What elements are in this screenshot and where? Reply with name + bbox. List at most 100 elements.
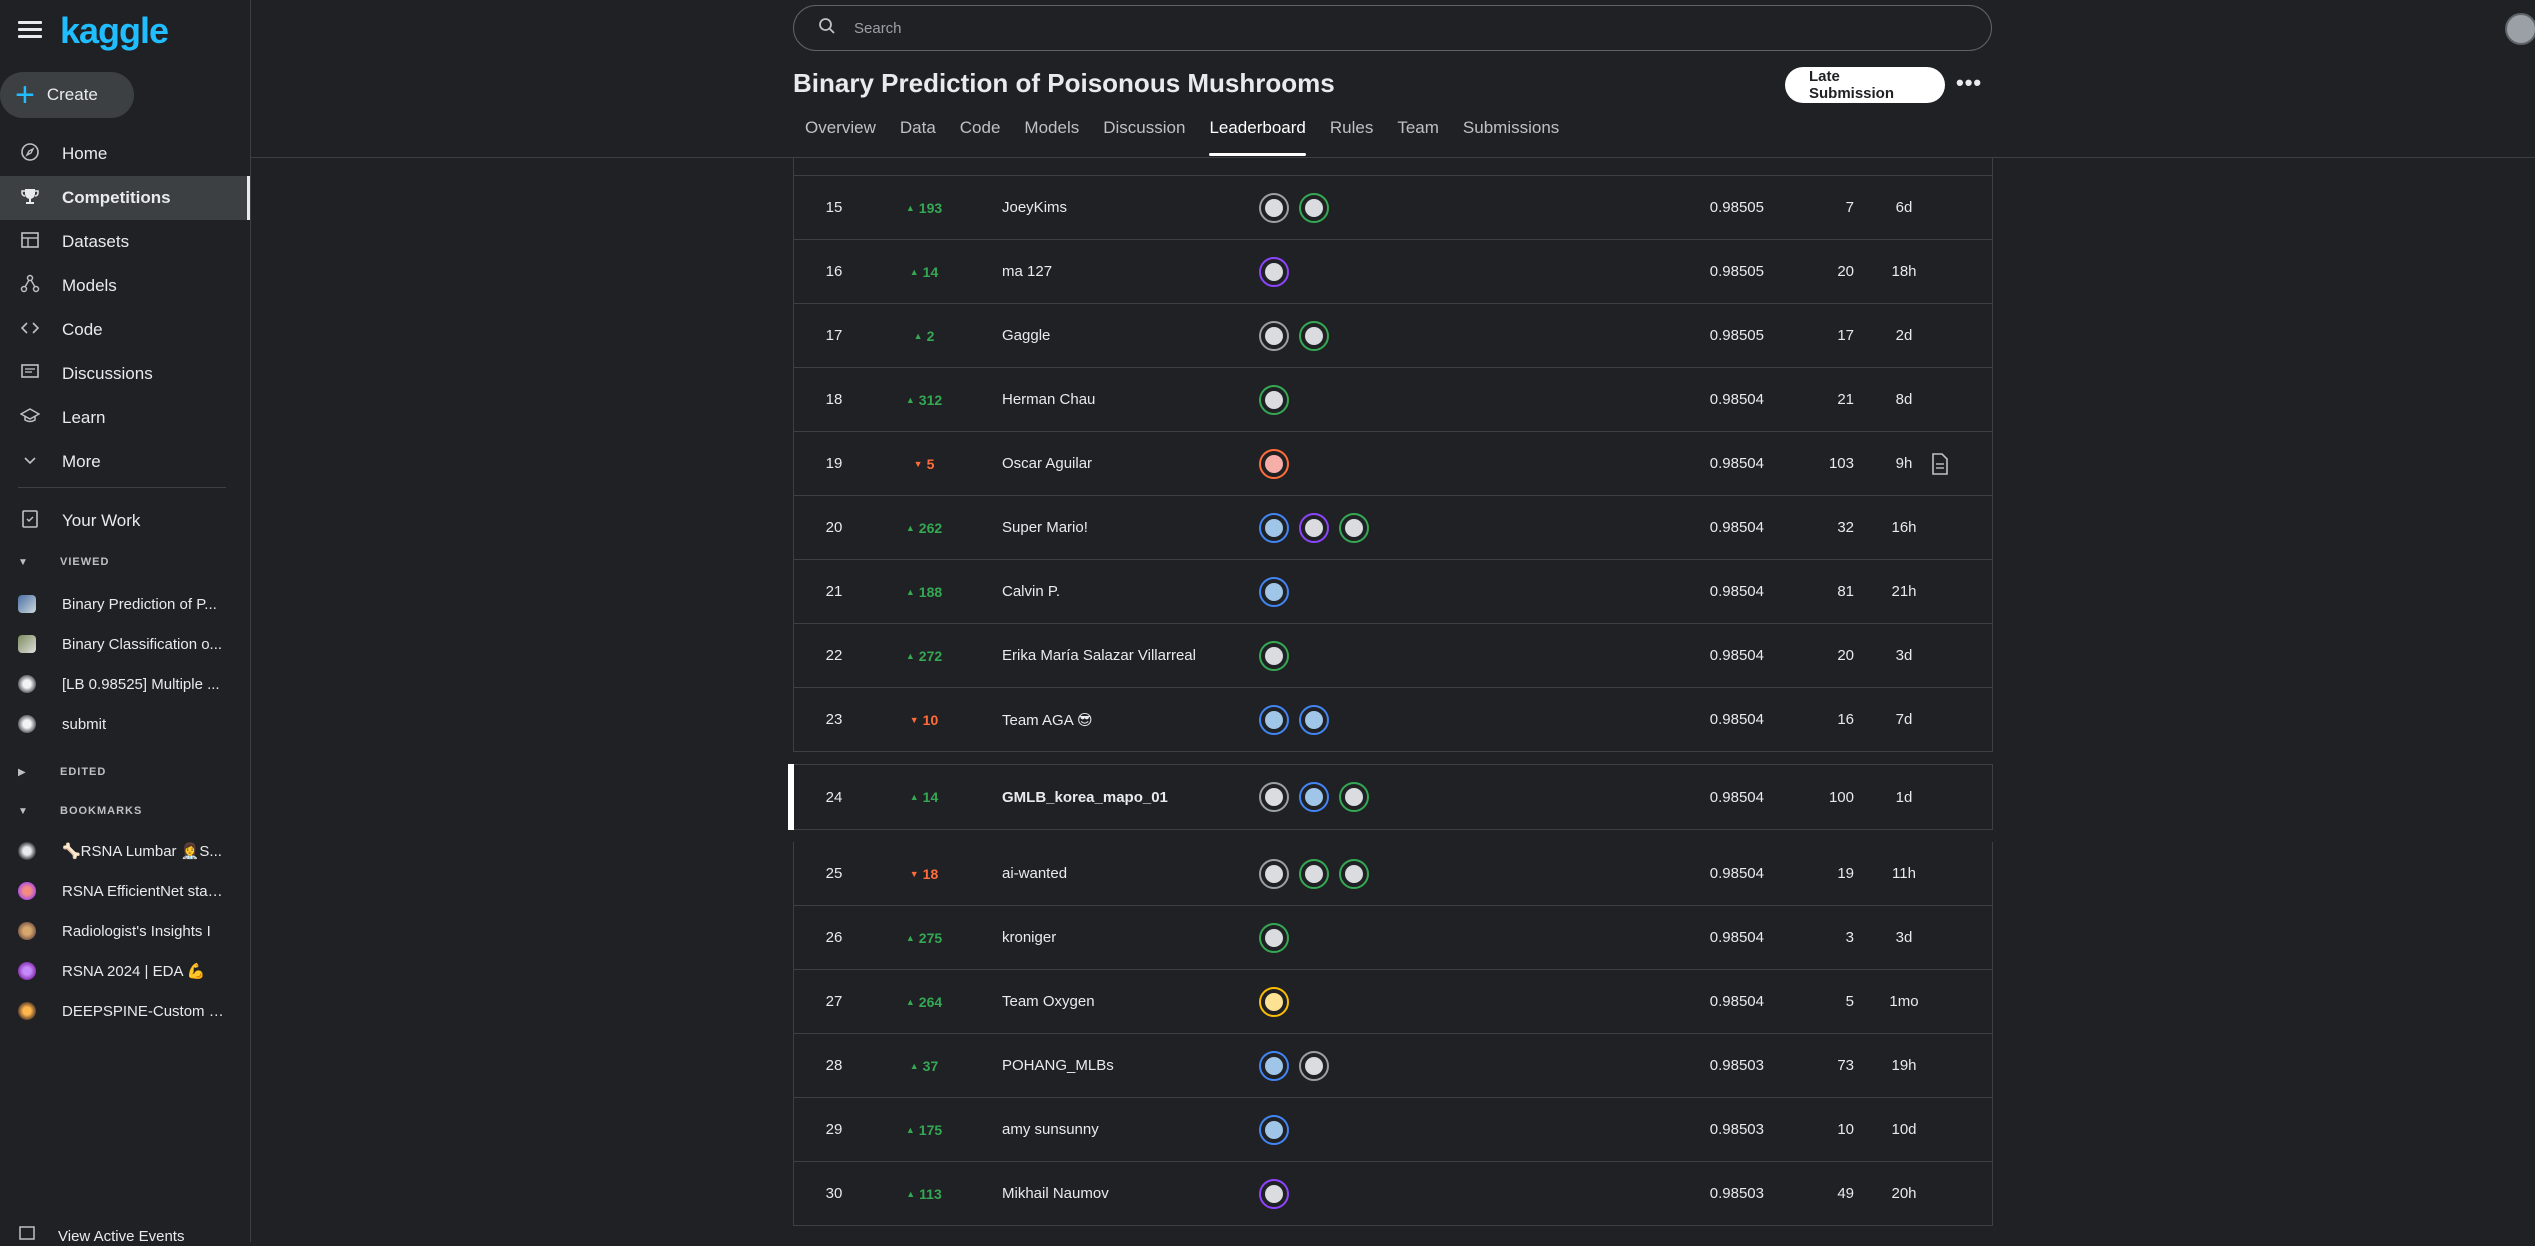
member-avatar[interactable] [1259, 858, 1289, 889]
team-name[interactable]: Erika María Salazar Villarreal [1002, 624, 1252, 687]
bookmark-item[interactable]: 🦴RSNA Lumbar 👩‍⚕️S... [0, 831, 250, 871]
bookmarks-section-toggle[interactable]: ▼ BOOKMARKS [18, 805, 142, 817]
member-avatar[interactable] [1299, 192, 1329, 223]
team-name[interactable]: kroniger [1002, 906, 1252, 969]
team-name[interactable]: Super Mario! [1002, 496, 1252, 559]
table-row[interactable]: 22 ▲ 272 Erika María Salazar Villarreal 0.98… [793, 624, 1993, 688]
member-avatar[interactable] [1259, 384, 1289, 415]
bookmark-item[interactable]: RSNA 2024 | EDA 💪 [0, 951, 250, 991]
entries-cell: 21 [1837, 391, 1854, 408]
table-row[interactable]: 15 ▲ 193 JoeyKims 0.98505 7 6d [793, 176, 1993, 240]
more-options-icon[interactable]: ••• [1956, 70, 1982, 96]
sidebar-item-models[interactable]: Models [0, 264, 250, 308]
viewed-item[interactable]: Binary Prediction of P... [0, 584, 250, 624]
team-name[interactable]: GMLB_korea_mapo_01 [1002, 765, 1252, 829]
member-avatar[interactable] [1259, 448, 1289, 479]
tab-team[interactable]: Team [1397, 118, 1439, 156]
viewed-item[interactable]: [LB 0.98525] Multiple ... [0, 664, 250, 704]
table-row[interactable]: 19 ▼ 5 Oscar Aguilar 0.98504 103 9h [793, 432, 1993, 496]
bookmark-item[interactable]: DEEPSPINE-Custom D... [0, 991, 250, 1031]
user-avatar[interactable] [2505, 13, 2535, 45]
table-row[interactable]: 16 ▲ 14 ma 127 0.98505 20 18h [793, 240, 1993, 304]
member-avatar[interactable] [1259, 256, 1289, 287]
table-row[interactable]: 30 ▲ 113 Mikhail Naumov 0.98503 49 20h [793, 1162, 1993, 1226]
member-avatar[interactable] [1299, 704, 1329, 735]
viewed-item[interactable]: submit [0, 704, 250, 744]
sidebar-item-code[interactable]: Code [0, 308, 250, 352]
bookmark-item[interactable]: RSNA EfficientNet star... [0, 871, 250, 911]
member-avatar[interactable] [1259, 704, 1289, 735]
rank-cell: 30 [825, 1185, 843, 1202]
table-row[interactable]: 27 ▲ 264 Team Oxygen 0.98504 5 1mo [793, 970, 1993, 1034]
member-avatar[interactable] [1259, 320, 1289, 351]
member-avatar[interactable] [1299, 858, 1329, 889]
sidebar-item-home[interactable]: Home [0, 132, 250, 176]
member-avatar[interactable] [1259, 782, 1289, 812]
kaggle-logo[interactable]: kaggle [60, 10, 169, 52]
team-name[interactable]: POHANG_MLBs [1002, 1034, 1252, 1097]
member-avatar[interactable] [1259, 192, 1289, 223]
sidebar-item-competitions[interactable]: Competitions [0, 176, 250, 220]
sidebar-item-your-work[interactable]: Your Work [0, 499, 250, 543]
create-button[interactable]: + Create [0, 72, 134, 118]
team-name[interactable]: ma 127 [1002, 240, 1252, 303]
member-avatar[interactable] [1299, 512, 1329, 543]
team-name[interactable]: Oscar Aguilar [1002, 432, 1252, 495]
member-avatar[interactable] [1299, 1050, 1329, 1081]
table-row[interactable]: 25 ▼ 18 ai-wanted 0.98504 19 11h [793, 842, 1993, 906]
table-row[interactable]: 21 ▲ 188 Calvin P. 0.98504 81 21h [793, 560, 1993, 624]
table-row[interactable]: 23 ▼ 10 Team AGA 😎 0.98504 16 7d [793, 688, 1993, 752]
team-name[interactable]: amy sunsunny [1002, 1098, 1252, 1161]
member-avatar[interactable] [1339, 858, 1369, 889]
tab-discussion[interactable]: Discussion [1103, 118, 1185, 156]
member-avatar[interactable] [1339, 512, 1369, 543]
tab-data[interactable]: Data [900, 118, 936, 156]
table-row[interactable]: 17 ▲ 2 Gaggle 0.98505 17 2d [793, 304, 1993, 368]
search-bar[interactable] [793, 5, 1992, 51]
team-name[interactable]: Calvin P. [1002, 560, 1252, 623]
team-name[interactable]: Mikhail Naumov [1002, 1162, 1252, 1225]
member-avatar[interactable] [1299, 320, 1329, 351]
member-avatar[interactable] [1259, 1050, 1289, 1081]
table-row[interactable]: 29 ▲ 175 amy sunsunny 0.98503 10 10d [793, 1098, 1993, 1162]
late-submission-button[interactable]: Late Submission [1785, 67, 1945, 103]
team-name[interactable]: Team AGA 😎 [1002, 688, 1252, 751]
view-active-events-link[interactable]: View Active Events [18, 1226, 184, 1246]
sidebar-item-learn[interactable]: Learn [0, 396, 250, 440]
team-name[interactable]: JoeyKims [1002, 176, 1252, 239]
sidebar-item-more[interactable]: More [0, 440, 250, 484]
tab-leaderboard[interactable]: Leaderboard [1209, 118, 1307, 156]
tab-models[interactable]: Models [1024, 118, 1079, 156]
team-name[interactable]: Herman Chau [1002, 368, 1252, 431]
member-avatar[interactable] [1259, 512, 1289, 543]
bookmark-item[interactable]: Radiologist's Insights I [0, 911, 250, 951]
sidebar-item-datasets[interactable]: Datasets [0, 220, 250, 264]
member-avatar[interactable] [1259, 922, 1289, 953]
tab-code[interactable]: Code [960, 118, 1001, 156]
member-avatar[interactable] [1299, 782, 1329, 812]
member-avatar[interactable] [1259, 986, 1289, 1017]
table-row[interactable]: 26 ▲ 275 kroniger 0.98504 3 3d [793, 906, 1993, 970]
table-row[interactable]: 18 ▲ 312 Herman Chau 0.98504 21 8d [793, 368, 1993, 432]
table-row[interactable]: 20 ▲ 262 Super Mario! 0.98504 32 16h [793, 496, 1993, 560]
member-avatar[interactable] [1259, 576, 1289, 607]
table-row-current-team[interactable]: 24 ▲ 14 GMLB_korea_mapo_01 0.98504 100 1d [788, 764, 1993, 830]
team-name[interactable]: Team Oxygen [1002, 970, 1252, 1033]
tab-overview[interactable]: Overview [805, 118, 876, 156]
team-name[interactable]: Gaggle [1002, 304, 1252, 367]
search-input[interactable] [852, 18, 1856, 38]
table-row[interactable]: 28 ▲ 37 POHANG_MLBs 0.98503 73 19h [793, 1034, 1993, 1098]
edited-section-toggle[interactable]: ▶ EDITED [18, 766, 106, 778]
member-avatar[interactable] [1259, 1114, 1289, 1145]
member-avatar[interactable] [1259, 640, 1289, 671]
member-avatar[interactable] [1339, 782, 1369, 812]
member-avatar[interactable] [1259, 1178, 1289, 1209]
team-name[interactable]: ai-wanted [1002, 842, 1252, 905]
menu-icon[interactable] [18, 18, 42, 42]
viewed-item[interactable]: Binary Classification o... [0, 624, 250, 664]
sidebar-item-discussions[interactable]: Discussions [0, 352, 250, 396]
viewed-section-toggle[interactable]: ▼ VIEWED [18, 556, 109, 568]
document-icon[interactable] [1920, 432, 1960, 495]
tab-submissions[interactable]: Submissions [1463, 118, 1559, 156]
tab-rules[interactable]: Rules [1330, 118, 1373, 156]
